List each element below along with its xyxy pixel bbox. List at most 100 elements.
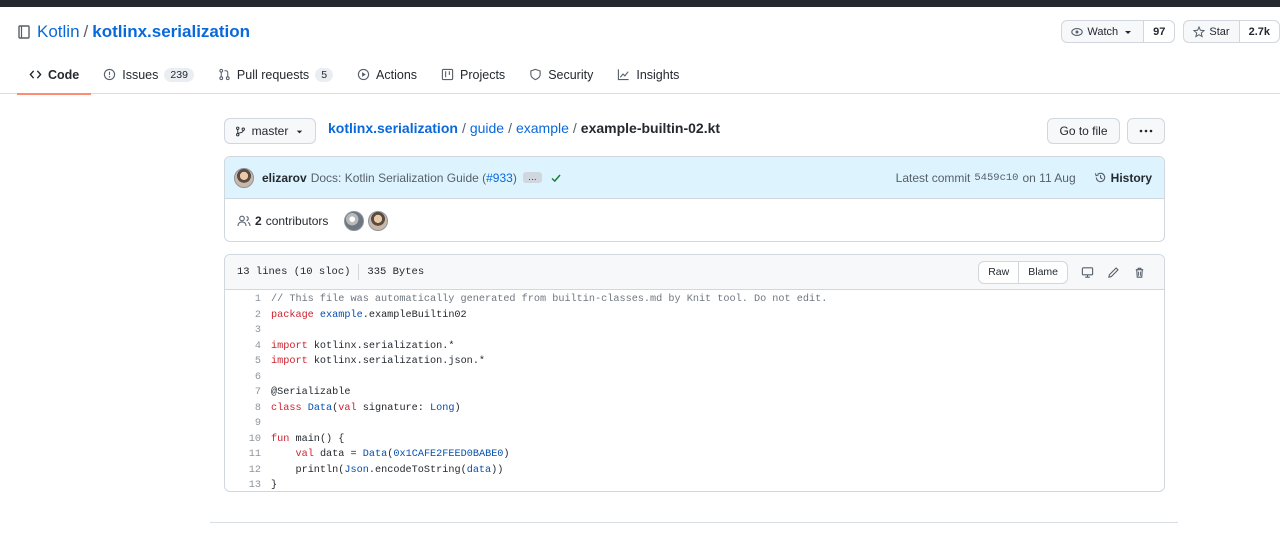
repo-header: Kotlin / kotlinx.serialization Watch 97 … bbox=[0, 7, 1280, 95]
more-options-button[interactable] bbox=[1127, 118, 1165, 144]
trash-icon bbox=[1135, 267, 1143, 278]
tab-security-label: Security bbox=[548, 67, 594, 82]
line-number[interactable]: 7 bbox=[225, 385, 261, 401]
commit-message[interactable]: Docs: Kotlin Serialization Guide (#933) bbox=[311, 171, 517, 185]
star-count[interactable]: 2.7k bbox=[1238, 21, 1279, 42]
tab-issues[interactable]: Issues 239 bbox=[91, 55, 206, 94]
code-line-content bbox=[261, 416, 271, 432]
tab-insights[interactable]: Insights bbox=[605, 55, 691, 94]
code-line: 6 bbox=[225, 370, 1164, 386]
commit-author-link[interactable]: elizarov bbox=[262, 171, 307, 185]
file-viewer: 13 lines (10 sloc) 335 Bytes Raw Blame 1… bbox=[224, 254, 1165, 492]
watch-count[interactable]: 97 bbox=[1143, 21, 1175, 42]
latest-commit-label: Latest commit bbox=[895, 170, 971, 185]
play-icon bbox=[357, 68, 370, 81]
caret-down-icon bbox=[297, 130, 303, 133]
repo-book-icon bbox=[18, 25, 30, 39]
tab-projects[interactable]: Projects bbox=[429, 55, 517, 94]
tab-pull-requests[interactable]: Pull requests 5 bbox=[206, 55, 345, 94]
raw-blame-group: Raw Blame bbox=[978, 260, 1068, 284]
history-link[interactable]: History bbox=[1094, 171, 1152, 185]
line-number[interactable]: 6 bbox=[225, 370, 261, 386]
branch-name: master bbox=[251, 124, 289, 138]
line-number[interactable]: 4 bbox=[225, 339, 261, 355]
code-line-content: // This file was automatically generated… bbox=[271, 294, 828, 305]
file-info-divider bbox=[358, 264, 360, 280]
repo-title-separator: / bbox=[83, 22, 89, 41]
breadcrumb-separator: / bbox=[508, 120, 512, 136]
code-line-content: fun main() { bbox=[271, 433, 345, 445]
avatar[interactable] bbox=[234, 167, 254, 188]
desktop-button[interactable] bbox=[1074, 261, 1100, 284]
contributor-avatars bbox=[344, 210, 389, 231]
tab-actions[interactable]: Actions bbox=[345, 55, 429, 94]
line-number[interactable]: 1 bbox=[225, 292, 261, 308]
line-number[interactable]: 8 bbox=[225, 401, 261, 417]
code-line-content: class Data(val signature: Long) bbox=[271, 402, 461, 414]
avatar[interactable] bbox=[344, 210, 365, 231]
edit-button[interactable] bbox=[1100, 261, 1126, 284]
footer-divider bbox=[210, 522, 1178, 523]
code-line-content: println(Json.encodeToString(data)) bbox=[295, 464, 504, 476]
contributors-count[interactable]: 2 bbox=[255, 214, 262, 228]
repo-title: Kotlin / kotlinx.serialization bbox=[18, 22, 250, 42]
pull-requests-count-badge: 5 bbox=[315, 67, 334, 82]
file-breadcrumb: kotlinx.serialization / guide / example … bbox=[328, 120, 720, 136]
commit-pr-link[interactable]: #933 bbox=[486, 171, 513, 185]
line-number[interactable]: 9 bbox=[225, 416, 261, 432]
contributors-row: 2 contributors bbox=[225, 199, 1164, 242]
repo-owner-link[interactable]: Kotlin bbox=[37, 22, 80, 42]
graph-icon bbox=[618, 69, 629, 81]
breadcrumb-example-link[interactable]: example bbox=[516, 120, 569, 136]
line-number[interactable]: 5 bbox=[225, 354, 261, 370]
shield-icon bbox=[530, 68, 541, 81]
repo-name-link[interactable]: kotlinx.serialization bbox=[92, 22, 250, 42]
line-number[interactable]: 13 bbox=[225, 478, 261, 491]
code-line: 12 println(Json.encodeToString(data)) bbox=[225, 463, 1164, 479]
line-number[interactable]: 10 bbox=[225, 432, 261, 448]
tab-actions-label: Actions bbox=[376, 67, 418, 82]
code-line: 2 package example.exampleBuiltin02 bbox=[225, 308, 1164, 324]
issue-icon bbox=[104, 68, 116, 81]
code-line: 10 fun main() { bbox=[225, 432, 1164, 448]
file-header: 13 lines (10 sloc) 335 Bytes Raw Blame bbox=[225, 255, 1164, 290]
code-line: 13} bbox=[225, 478, 1164, 491]
commit-message-end: ) bbox=[512, 170, 517, 185]
branch-selector-button[interactable]: master bbox=[224, 118, 316, 144]
blame-button[interactable]: Blame bbox=[1018, 261, 1067, 283]
code-line: 9 bbox=[225, 416, 1164, 432]
tab-code-label: Code bbox=[48, 67, 80, 82]
raw-button[interactable]: Raw bbox=[979, 262, 1018, 283]
star-button[interactable]: Star bbox=[1184, 21, 1238, 42]
history-icon bbox=[1094, 172, 1105, 183]
star-icon bbox=[1193, 25, 1206, 38]
breadcrumb-separator: / bbox=[572, 120, 577, 136]
code-line: 8 class Data(val signature: Long) bbox=[225, 401, 1164, 417]
breadcrumb-repo-link[interactable]: kotlinx.serialization bbox=[328, 120, 458, 136]
breadcrumb-guide-link[interactable]: guide bbox=[470, 120, 504, 136]
repo-action-buttons: Watch 97 Star 2.7k bbox=[1061, 20, 1280, 43]
tab-security[interactable]: Security bbox=[517, 55, 605, 94]
code-line: 11 val data = Data(0x1CAFE2FEED0BABE0) bbox=[225, 447, 1164, 463]
line-number[interactable]: 11 bbox=[225, 447, 261, 463]
contributors-label[interactable]: contributors bbox=[266, 214, 329, 228]
commit-message-text: Docs: Kotlin Serialization Guide ( bbox=[310, 170, 487, 185]
repo-nav-tabs: Code Issues 239 Pull requests 5 Actions … bbox=[17, 55, 691, 95]
delete-button[interactable] bbox=[1126, 261, 1152, 284]
issues-count-badge: 239 bbox=[164, 67, 194, 82]
commit-sha-link[interactable]: 5459c10 bbox=[974, 172, 1018, 184]
watch-button[interactable]: Watch bbox=[1062, 21, 1143, 42]
file-lines-info: 13 lines (10 sloc) bbox=[237, 266, 351, 278]
go-to-file-button[interactable]: Go to file bbox=[1047, 118, 1120, 144]
expand-commit-message-button[interactable]: … bbox=[522, 172, 542, 183]
code-line-content: package example.exampleBuiltin02 bbox=[271, 309, 467, 321]
line-number[interactable]: 12 bbox=[225, 463, 261, 479]
line-number[interactable]: 3 bbox=[225, 323, 261, 339]
check-icon[interactable] bbox=[550, 172, 562, 184]
commit-meta: Latest commit 5459c10 on 11 Aug History bbox=[896, 171, 1152, 185]
avatar[interactable] bbox=[368, 210, 389, 231]
tab-insights-label: Insights bbox=[636, 67, 680, 82]
tab-code[interactable]: Code bbox=[17, 55, 92, 95]
line-number[interactable]: 2 bbox=[225, 308, 261, 324]
tab-projects-label: Projects bbox=[460, 67, 506, 82]
